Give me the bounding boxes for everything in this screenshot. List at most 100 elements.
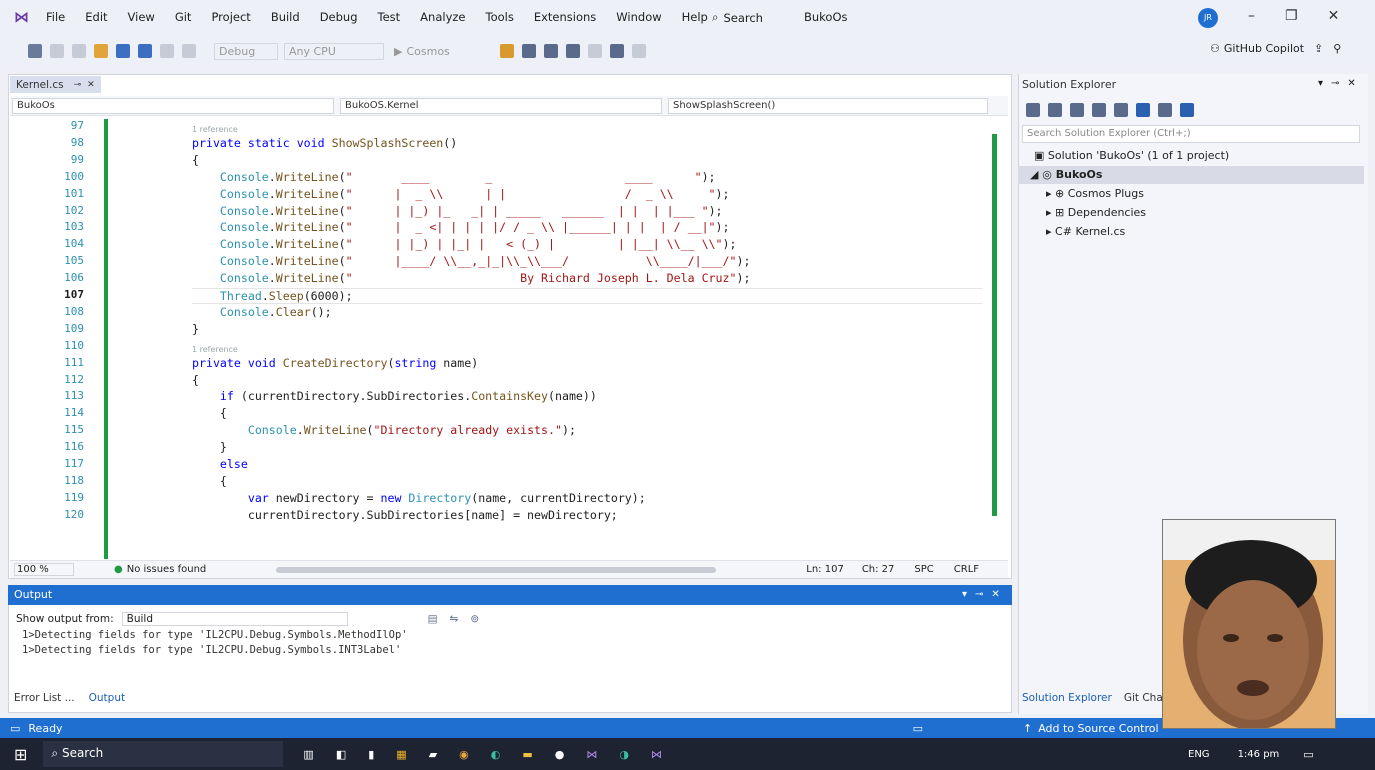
sync-icon[interactable] <box>1026 103 1040 117</box>
menu-item-project[interactable]: Project <box>211 10 250 24</box>
new-item-icon[interactable] <box>72 44 86 58</box>
language-indicator[interactable]: ENG <box>1188 749 1210 760</box>
redo-icon[interactable] <box>182 44 196 58</box>
code-line[interactable]: Console.WriteLine(" | _ <| | | | |/ / _ … <box>192 220 730 234</box>
code-line[interactable]: Console.WriteLine(" | |_) | |_| | < (_) … <box>192 237 737 251</box>
codelens-references[interactable]: 1 reference <box>192 345 238 354</box>
line-number[interactable]: Ln: 107 <box>806 564 844 575</box>
code-line[interactable]: var newDirectory = new Directory(name, c… <box>192 491 646 505</box>
source-control-icon[interactable]: ↑ <box>1023 722 1032 735</box>
menu-item-file[interactable]: File <box>46 10 65 24</box>
edge-dev-icon[interactable]: ◑ <box>619 748 629 761</box>
file-explorer-icon[interactable]: ▬ <box>522 748 532 761</box>
menu-item-extensions[interactable]: Extensions <box>534 10 596 24</box>
menu-item-tools[interactable]: Tools <box>486 10 514 24</box>
search-button[interactable]: ⌕ Search <box>712 10 763 25</box>
tab-output[interactable]: Output <box>89 692 125 704</box>
menu-item-build[interactable]: Build <box>271 10 300 24</box>
undo-icon[interactable] <box>160 44 174 58</box>
expand-arrow-icon[interactable]: ▸ <box>1046 187 1055 200</box>
code-line[interactable]: { <box>192 373 199 387</box>
code-line[interactable]: private void CreateDirectory(string name… <box>192 356 478 370</box>
tree-item-kernel-cs[interactable]: ▸ C# Kernel.cs <box>1046 225 1125 238</box>
code-line[interactable]: currentDirectory.SubDirectories[name] = … <box>192 508 618 522</box>
task-view-icon[interactable]: ▥ <box>303 748 313 761</box>
track-active-icon[interactable] <box>1136 103 1150 117</box>
panel-close-icon[interactable]: ✕ <box>1347 78 1355 89</box>
filter-icon[interactable]: ⊚ <box>470 613 479 625</box>
feedback-icon[interactable]: ⚲ <box>1333 42 1341 55</box>
code-line[interactable]: Console.WriteLine("Directory already exi… <box>192 423 576 437</box>
tab-git-changes[interactable]: Git Cha <box>1124 692 1163 704</box>
tab-solution-explorer[interactable]: Solution Explorer <box>1022 692 1112 704</box>
app-icon-2[interactable]: ▮ <box>368 748 374 761</box>
clock[interactable]: 1:46 pm <box>1238 749 1280 760</box>
app-icon-3[interactable]: ▦ <box>396 748 406 761</box>
code-line[interactable]: } <box>192 322 199 336</box>
panel-dropdown-icon[interactable]: ▾ <box>1318 78 1323 89</box>
menu-item-debug[interactable]: Debug <box>320 10 358 24</box>
layout-icon[interactable] <box>521 44 536 58</box>
member-dropdown[interactable]: ShowSplashScreen() <box>668 98 988 114</box>
tab-kernel-cs[interactable]: Kernel.cs ⊸ ✕ <box>10 76 101 93</box>
config-select[interactable]: Debug <box>214 42 278 60</box>
app-icon-1[interactable]: ◧ <box>336 748 346 761</box>
code-line[interactable]: if (currentDirectory.SubDirectories.Cont… <box>192 389 597 403</box>
class-dropdown[interactable]: BukoOS.Kernel <box>340 98 662 114</box>
preview-icon[interactable] <box>1180 103 1194 117</box>
column-number[interactable]: Ch: 27 <box>862 564 895 575</box>
history-icon[interactable] <box>1048 103 1062 117</box>
platform-select[interactable]: Any CPU <box>284 42 384 60</box>
pending-changes-icon[interactable] <box>1070 103 1084 117</box>
pin-icon[interactable]: ⊸ <box>74 80 82 90</box>
close-icon[interactable]: ✕ <box>1328 8 1340 24</box>
menu-item-test[interactable]: Test <box>378 10 401 24</box>
properties-icon[interactable] <box>1158 103 1172 117</box>
code-line[interactable]: { <box>192 406 227 420</box>
app-icon-5[interactable]: ● <box>555 748 565 761</box>
expand-arrow-icon[interactable]: ▸ <box>1046 225 1055 238</box>
bookmark-icon[interactable] <box>609 44 624 58</box>
menu-item-git[interactable]: Git <box>175 10 192 24</box>
word-wrap-icon[interactable]: ⇋ <box>450 613 459 625</box>
output-close-icon[interactable]: ✕ <box>991 589 999 600</box>
code-line[interactable]: { <box>192 474 227 488</box>
hscroll[interactable] <box>276 566 717 573</box>
codelens-references[interactable]: 1 reference <box>192 125 238 134</box>
code-line[interactable]: Console.WriteLine(" ____ _ ____ "); <box>192 170 716 184</box>
output-pin-icon[interactable]: ⊸ <box>975 589 983 600</box>
tree-solution[interactable]: ▣ Solution 'BukoOs' (1 of 1 project) <box>1034 149 1229 162</box>
code-line[interactable]: Console.WriteLine(" | |_) |_ _| | _____ … <box>192 204 723 218</box>
output-dropdown-icon[interactable]: ▾ <box>962 589 967 600</box>
line-endings[interactable]: CRLF <box>954 564 979 575</box>
minimize-icon[interactable]: – <box>1248 8 1255 24</box>
output-text[interactable]: 1>Detecting fields for type 'IL2CPU.Debu… <box>22 628 408 658</box>
code-line[interactable]: { <box>192 153 199 167</box>
step-icon[interactable] <box>543 44 558 58</box>
account-avatar[interactable]: JR <box>1198 8 1218 28</box>
code-line[interactable]: Console.WriteLine(" |____/ \\__,_|_|\\_\… <box>192 254 751 268</box>
code-line[interactable]: Console.WriteLine(" | _ \\ | | / _ \\ ")… <box>192 187 730 201</box>
run-button[interactable]: Cosmos <box>406 45 449 58</box>
solution-search-input[interactable]: Search Solution Explorer (Ctrl+;) <box>1022 125 1360 143</box>
scrollbar-change-map[interactable] <box>992 134 997 516</box>
code-line[interactable]: } <box>192 440 227 454</box>
tab-close-icon[interactable]: ✕ <box>87 80 95 90</box>
menu-item-window[interactable]: Window <box>616 10 661 24</box>
code-line[interactable]: Console.WriteLine(" By Richard Joseph L.… <box>192 271 751 285</box>
expand-arrow-icon[interactable]: ▸ <box>1046 206 1055 219</box>
save-icon[interactable] <box>116 44 130 58</box>
menu-item-analyze[interactable]: Analyze <box>420 10 465 24</box>
tree-project[interactable]: ◢ ◎ BukoOs <box>1030 168 1102 181</box>
tree-item-cosmos-plugs[interactable]: ▸ ⊕ Cosmos Plugs <box>1046 187 1144 200</box>
tab-error-list[interactable]: Error List ... <box>14 692 75 704</box>
output-source-select[interactable]: Build <box>121 612 348 626</box>
notification-bell-icon[interactable]: ▭ <box>913 722 923 735</box>
add-source-control[interactable]: Add to Source Control <box>1038 722 1158 735</box>
menu-item-view[interactable]: View <box>128 10 155 24</box>
show-all-icon[interactable] <box>1114 103 1128 117</box>
save-all-icon[interactable] <box>138 44 152 58</box>
code-line[interactable]: Thread.Sleep(6000); <box>192 288 982 304</box>
open-folder-icon[interactable] <box>94 44 108 58</box>
menu-item-edit[interactable]: Edit <box>85 10 107 24</box>
